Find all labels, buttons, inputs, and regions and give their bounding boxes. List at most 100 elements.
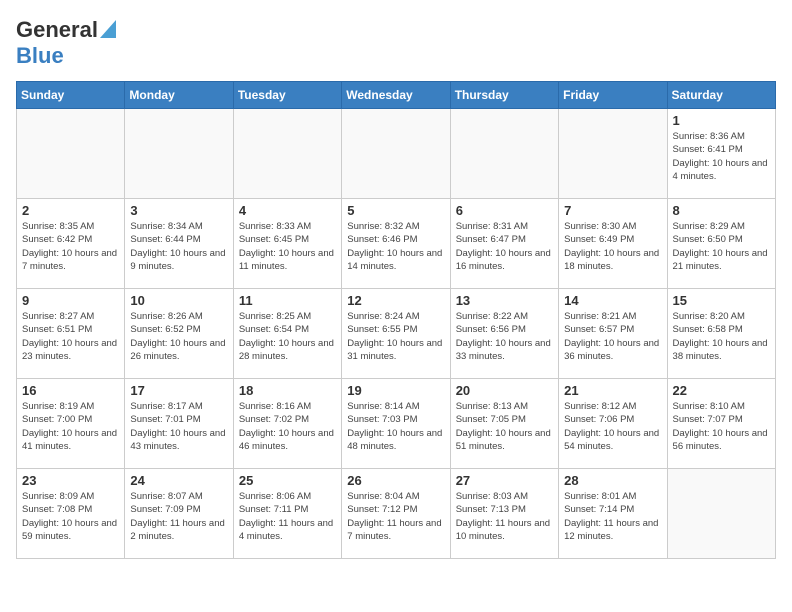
weekday-header-monday: Monday: [125, 82, 233, 109]
empty-cell: [233, 109, 341, 199]
weekday-header-thursday: Thursday: [450, 82, 558, 109]
day-cell-8: 8 Sunrise: 8:29 AM Sunset: 6:50 PM Daylig…: [667, 199, 775, 289]
day-number: 14: [564, 293, 661, 308]
day-number: 12: [347, 293, 444, 308]
day-number: 23: [22, 473, 119, 488]
day-number: 20: [456, 383, 553, 398]
day-number: 24: [130, 473, 227, 488]
weekday-header-saturday: Saturday: [667, 82, 775, 109]
day-number: 19: [347, 383, 444, 398]
day-number: 17: [130, 383, 227, 398]
day-cell-20: 20 Sunrise: 8:13 AM Sunset: 7:05 PM Dayli…: [450, 379, 558, 469]
day-number: 2: [22, 203, 119, 218]
day-info: Sunrise: 8:33 AM Sunset: 6:45 PM Dayligh…: [239, 220, 336, 273]
day-info: Sunrise: 8:06 AM Sunset: 7:11 PM Dayligh…: [239, 490, 336, 543]
day-cell-22: 22 Sunrise: 8:10 AM Sunset: 7:07 PM Dayli…: [667, 379, 775, 469]
day-info: Sunrise: 8:20 AM Sunset: 6:58 PM Dayligh…: [673, 310, 770, 363]
week-row-4: 16 Sunrise: 8:19 AM Sunset: 7:00 PM Dayli…: [17, 379, 776, 469]
empty-cell: [342, 109, 450, 199]
day-number: 18: [239, 383, 336, 398]
day-cell-14: 14 Sunrise: 8:21 AM Sunset: 6:57 PM Dayli…: [559, 289, 667, 379]
day-cell-27: 27 Sunrise: 8:03 AM Sunset: 7:13 PM Dayli…: [450, 469, 558, 559]
day-number: 22: [673, 383, 770, 398]
day-number: 15: [673, 293, 770, 308]
day-info: Sunrise: 8:07 AM Sunset: 7:09 PM Dayligh…: [130, 490, 227, 543]
day-info: Sunrise: 8:19 AM Sunset: 7:00 PM Dayligh…: [22, 400, 119, 453]
day-info: Sunrise: 8:04 AM Sunset: 7:12 PM Dayligh…: [347, 490, 444, 543]
day-number: 26: [347, 473, 444, 488]
day-info: Sunrise: 8:35 AM Sunset: 6:42 PM Dayligh…: [22, 220, 119, 273]
day-cell-13: 13 Sunrise: 8:22 AM Sunset: 6:56 PM Dayli…: [450, 289, 558, 379]
day-cell-18: 18 Sunrise: 8:16 AM Sunset: 7:02 PM Dayli…: [233, 379, 341, 469]
day-cell-11: 11 Sunrise: 8:25 AM Sunset: 6:54 PM Dayli…: [233, 289, 341, 379]
day-number: 7: [564, 203, 661, 218]
week-row-3: 9Sunrise: 8:27 AM Sunset: 6:51 PM Daylig…: [17, 289, 776, 379]
day-info: Sunrise: 8:01 AM Sunset: 7:14 PM Dayligh…: [564, 490, 661, 543]
day-cell-10: 10 Sunrise: 8:26 AM Sunset: 6:52 PM Dayli…: [125, 289, 233, 379]
day-cell-7: 7 Sunrise: 8:30 AM Sunset: 6:49 PM Daylig…: [559, 199, 667, 289]
day-info: Sunrise: 8:12 AM Sunset: 7:06 PM Dayligh…: [564, 400, 661, 453]
day-info: Sunrise: 8:31 AM Sunset: 6:47 PM Dayligh…: [456, 220, 553, 273]
day-cell-28: 28 Sunrise: 8:01 AM Sunset: 7:14 PM Dayli…: [559, 469, 667, 559]
day-cell-2: 2 Sunrise: 8:35 AM Sunset: 6:42 PM Daylig…: [17, 199, 125, 289]
weekday-header-tuesday: Tuesday: [233, 82, 341, 109]
empty-cell: [17, 109, 125, 199]
day-number: 13: [456, 293, 553, 308]
day-cell-17: 17 Sunrise: 8:17 AM Sunset: 7:01 PM Dayli…: [125, 379, 233, 469]
day-number: 6: [456, 203, 553, 218]
weekday-header-row: SundayMondayTuesdayWednesdayThursdayFrid…: [17, 82, 776, 109]
day-info: Sunrise: 8:25 AM Sunset: 6:54 PM Dayligh…: [239, 310, 336, 363]
page-header: General Blue: [16, 16, 776, 69]
day-info: Sunrise: 8:17 AM Sunset: 7:01 PM Dayligh…: [130, 400, 227, 453]
logo-blue-text: Blue: [16, 43, 64, 68]
day-number: 10: [130, 293, 227, 308]
calendar-table: SundayMondayTuesdayWednesdayThursdayFrid…: [16, 81, 776, 559]
day-number: 21: [564, 383, 661, 398]
day-cell-26: 26 Sunrise: 8:04 AM Sunset: 7:12 PM Dayli…: [342, 469, 450, 559]
day-cell-3: 3 Sunrise: 8:34 AM Sunset: 6:44 PM Daylig…: [125, 199, 233, 289]
day-number: 16: [22, 383, 119, 398]
day-info: Sunrise: 8:21 AM Sunset: 6:57 PM Dayligh…: [564, 310, 661, 363]
day-info: Sunrise: 8:16 AM Sunset: 7:02 PM Dayligh…: [239, 400, 336, 453]
day-cell-12: 12 Sunrise: 8:24 AM Sunset: 6:55 PM Dayli…: [342, 289, 450, 379]
day-info: Sunrise: 8:32 AM Sunset: 6:46 PM Dayligh…: [347, 220, 444, 273]
day-info: Sunrise: 8:29 AM Sunset: 6:50 PM Dayligh…: [673, 220, 770, 273]
empty-cell: [125, 109, 233, 199]
day-cell-9: 9Sunrise: 8:27 AM Sunset: 6:51 PM Daylig…: [17, 289, 125, 379]
day-number: 25: [239, 473, 336, 488]
day-number: 8: [673, 203, 770, 218]
day-number: 5: [347, 203, 444, 218]
day-info: Sunrise: 8:36 AM Sunset: 6:41 PM Dayligh…: [673, 130, 770, 183]
day-info: Sunrise: 8:13 AM Sunset: 7:05 PM Dayligh…: [456, 400, 553, 453]
day-cell-19: 19 Sunrise: 8:14 AM Sunset: 7:03 PM Dayli…: [342, 379, 450, 469]
week-row-2: 2 Sunrise: 8:35 AM Sunset: 6:42 PM Daylig…: [17, 199, 776, 289]
logo-arrow-icon: [100, 16, 116, 43]
week-row-5: 23 Sunrise: 8:09 AM Sunset: 7:08 PM Dayli…: [17, 469, 776, 559]
weekday-header-wednesday: Wednesday: [342, 82, 450, 109]
day-info: Sunrise: 8:34 AM Sunset: 6:44 PM Dayligh…: [130, 220, 227, 273]
day-info: Sunrise: 8:26 AM Sunset: 6:52 PM Dayligh…: [130, 310, 227, 363]
day-cell-25: 25 Sunrise: 8:06 AM Sunset: 7:11 PM Dayli…: [233, 469, 341, 559]
day-number: 27: [456, 473, 553, 488]
empty-cell: [667, 469, 775, 559]
day-number: 4: [239, 203, 336, 218]
day-info: Sunrise: 8:14 AM Sunset: 7:03 PM Dayligh…: [347, 400, 444, 453]
day-cell-16: 16 Sunrise: 8:19 AM Sunset: 7:00 PM Dayli…: [17, 379, 125, 469]
day-cell-21: 21 Sunrise: 8:12 AM Sunset: 7:06 PM Dayli…: [559, 379, 667, 469]
day-number: 11: [239, 293, 336, 308]
day-number: 1: [673, 113, 770, 128]
day-cell-6: 6 Sunrise: 8:31 AM Sunset: 6:47 PM Daylig…: [450, 199, 558, 289]
day-info: Sunrise: 8:09 AM Sunset: 7:08 PM Dayligh…: [22, 490, 119, 543]
day-info: Sunrise: 8:22 AM Sunset: 6:56 PM Dayligh…: [456, 310, 553, 363]
day-info: Sunrise: 8:10 AM Sunset: 7:07 PM Dayligh…: [673, 400, 770, 453]
day-info: Sunrise: 8:03 AM Sunset: 7:13 PM Dayligh…: [456, 490, 553, 543]
logo: General Blue: [16, 16, 116, 69]
day-info: Sunrise: 8:24 AM Sunset: 6:55 PM Dayligh…: [347, 310, 444, 363]
day-number: 9: [22, 293, 119, 308]
day-number: 3: [130, 203, 227, 218]
day-number: 28: [564, 473, 661, 488]
day-info: Sunrise: 8:30 AM Sunset: 6:49 PM Dayligh…: [564, 220, 661, 273]
day-cell-24: 24 Sunrise: 8:07 AM Sunset: 7:09 PM Dayli…: [125, 469, 233, 559]
week-row-1: 1 Sunrise: 8:36 AM Sunset: 6:41 PM Daylig…: [17, 109, 776, 199]
logo-general-text: General: [16, 17, 98, 43]
